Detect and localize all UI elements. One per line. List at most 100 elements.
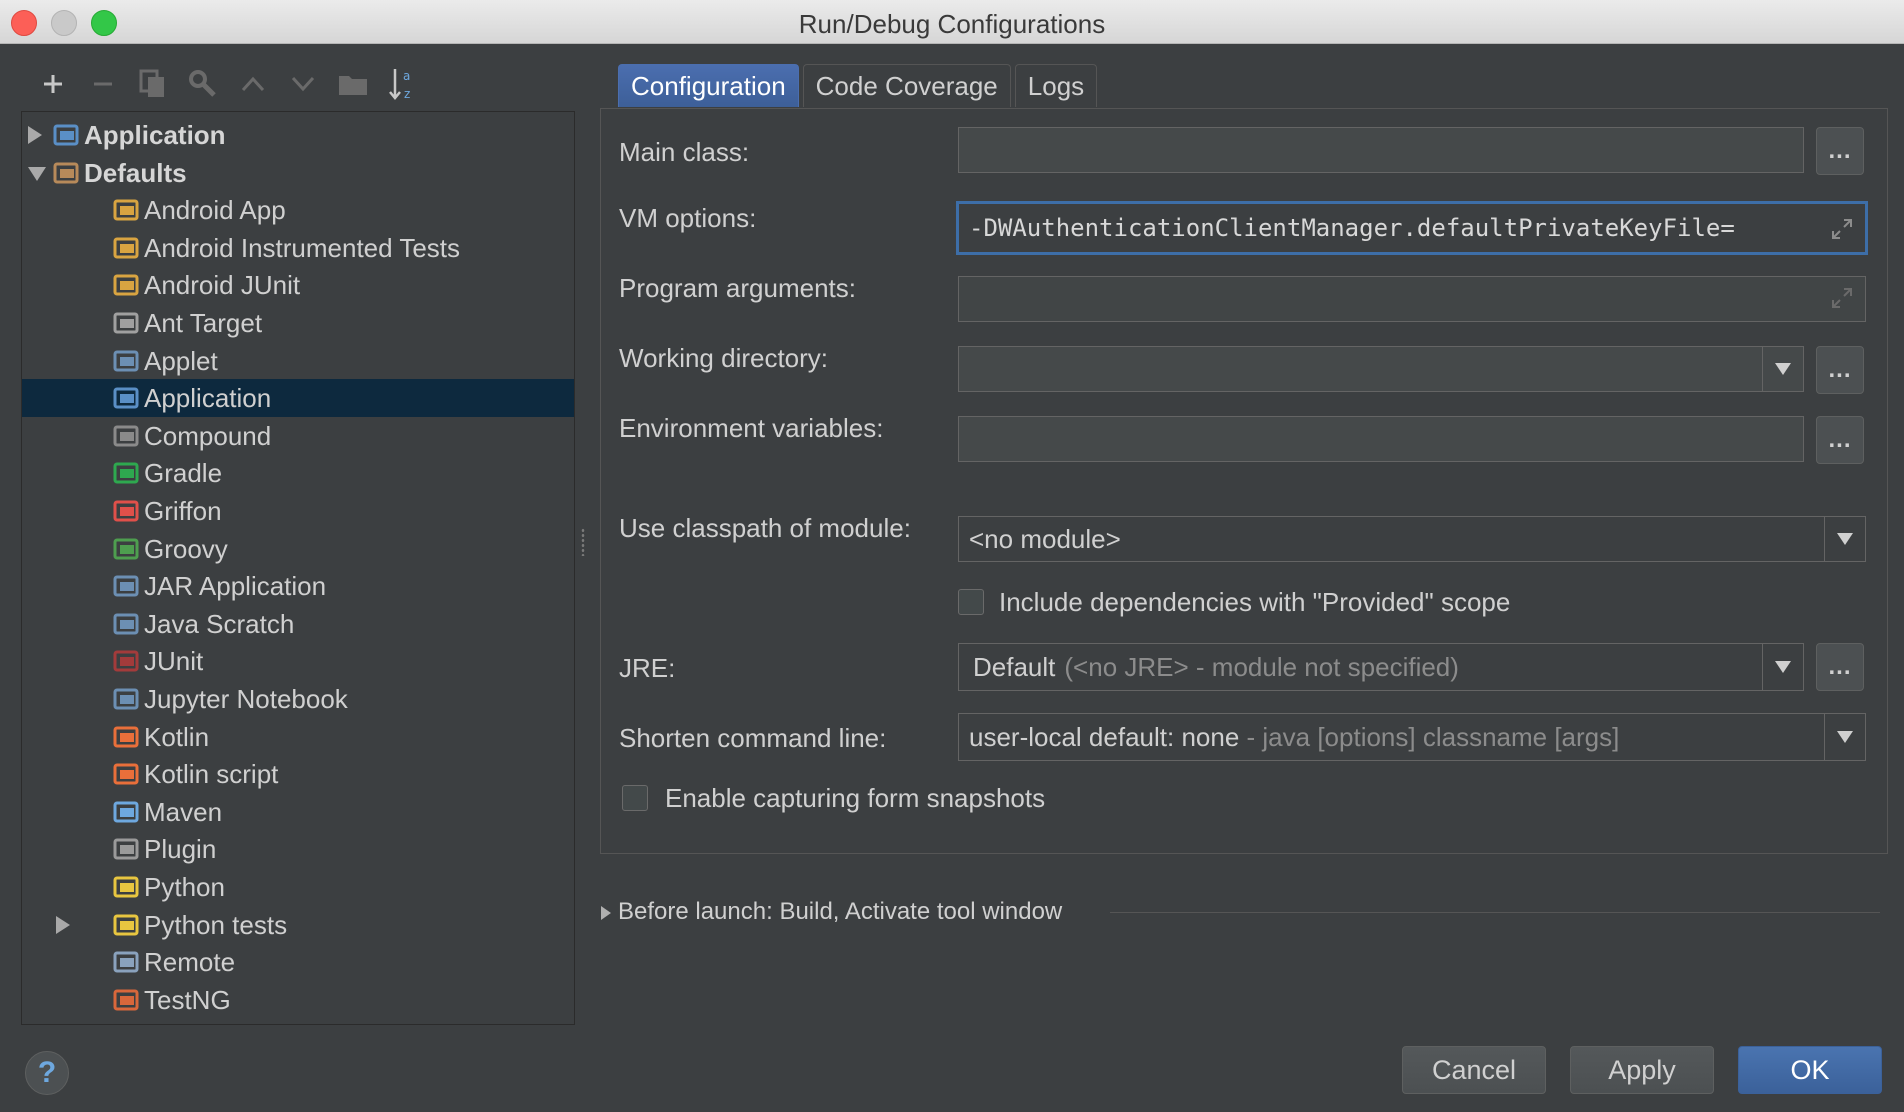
svg-text:a: a [403,69,410,83]
sort-icon: az [389,69,410,101]
tree-item[interactable]: Android JUnit [22,266,574,304]
python-icon [112,911,140,939]
tree-item[interactable]: Application [22,116,574,154]
include-provided-label[interactable]: Include dependencies with "Provided" sco… [999,587,1510,618]
apply-button[interactable]: Apply [1570,1046,1714,1094]
chevron-right-icon[interactable] [56,915,70,934]
tree-item-label: Defaults [84,157,187,188]
edit-defaults-icon [189,70,216,97]
defaults-wrench-icon [52,159,80,187]
tree-item-label: Maven [144,796,223,827]
tab-configuration[interactable]: Configuration [618,64,799,107]
edit-defaults-button[interactable] [178,66,228,102]
jre-label: JRE: [619,653,676,683]
tree-item-label: Python [144,872,225,902]
tree-item[interactable]: Jupyter Notebook [22,680,574,718]
before-launch-toggle[interactable]: Before launch: Build, Activate tool wind… [600,898,1062,926]
tree-item-label: Compound [144,420,272,451]
tree-item-label: Gradle [144,458,223,489]
tree-item-label: Android App [144,195,286,226]
environment-variables-browse-button[interactable]: ... [1816,416,1864,464]
tree-item[interactable]: Applet [22,342,574,380]
add-button[interactable] [28,66,78,102]
folder-button[interactable] [328,66,378,102]
form-snapshots-label[interactable]: Enable capturing form snapshots [665,783,1045,814]
main-class-browse-button[interactable]: ... [1816,127,1864,175]
tree-item-label: Kotlin [144,721,210,752]
tree-item[interactable]: Python tests [22,906,574,944]
tree-item-label: Plugin [144,834,217,865]
expand-icon[interactable] [1831,287,1853,309]
working-directory-browse-button[interactable]: ... [1816,346,1864,394]
griffon-icon [112,497,140,525]
chevron-down-icon[interactable] [1762,644,1803,690]
main-class-input[interactable] [958,127,1804,173]
jupyter-icon [112,685,140,713]
plugin-icon [112,835,140,863]
chevron-right-icon[interactable] [28,126,42,144]
include-provided-checkbox[interactable] [958,589,984,615]
remote-icon [112,948,140,976]
tree-item[interactable]: Griffon [22,492,574,530]
move-up-button[interactable] [228,66,278,102]
tree-item[interactable]: Compound [22,417,574,455]
tree-item-label: Python tests [144,909,288,940]
environment-variables-input[interactable] [958,416,1804,462]
jre-hint: (<no JRE> - module not specified) [1064,651,1459,682]
expand-icon[interactable] [1831,218,1853,240]
tab-bar: Configuration Code Coverage Logs [618,64,1101,108]
kotlin-icon [112,723,140,751]
chevron-down-icon[interactable] [1762,347,1803,391]
tree-item-label: Application [84,120,226,150]
tab-code-coverage[interactable]: Code Coverage [802,64,1011,107]
tree-item[interactable]: Remote [22,943,574,981]
tree-item[interactable]: Android Instrumented Tests [22,229,574,267]
tree-item[interactable]: Application [22,379,574,418]
working-directory-label: Working directory: [619,343,829,373]
vm-options-input[interactable]: -DWAuthenticationClientManager.defaultPr… [956,201,1868,255]
tree-item[interactable]: Kotlin [22,718,574,756]
shorten-command-line-combo[interactable]: user-local default: none - java [options… [958,713,1866,761]
tree-item-label: TestNG [144,984,231,1015]
chevron-down-icon[interactable] [28,166,46,181]
tree-item[interactable]: Maven [22,793,574,831]
tree-item-label: Android JUnit [144,270,301,301]
tree-item[interactable]: Plugin [22,830,574,868]
program-arguments-label: Program arguments: [619,273,856,303]
jre-combo[interactable]: Default (<no JRE> - module not specified… [958,643,1804,691]
tree-item[interactable]: Python [22,868,574,906]
tree-item-label: Remote [144,947,236,978]
chevron-down-icon[interactable] [1824,714,1865,760]
tree-item[interactable]: Groovy [22,530,574,568]
tree-item[interactable]: Defaults [22,154,574,192]
copy-button[interactable] [128,66,178,102]
jre-browse-button[interactable]: ... [1816,643,1864,691]
tree-item[interactable]: TestNG [22,981,574,1019]
tree-item[interactable]: Kotlin script [22,755,574,793]
sort-button[interactable]: az [378,66,428,102]
move-down-button[interactable] [278,66,328,102]
help-button[interactable]: ? [25,1051,69,1095]
tree-item[interactable]: Gradle [22,454,574,492]
application-icon [52,121,80,149]
tab-logs[interactable]: Logs [1014,64,1098,107]
ok-button[interactable]: OK [1738,1046,1882,1094]
chevron-down-icon[interactable] [1824,517,1865,561]
before-launch-label: Before launch: Build, Activate tool wind… [618,898,1063,925]
ant-icon [112,309,140,337]
maven-gear-icon [112,798,140,826]
working-directory-combo[interactable] [958,346,1804,392]
program-arguments-input[interactable] [958,276,1866,322]
form-snapshots-checkbox[interactable] [622,785,648,811]
tree-item[interactable]: Android App [22,191,574,229]
tree-item[interactable]: JUnit [22,642,574,680]
tree-item[interactable]: JAR Application [22,567,574,605]
tree-item[interactable]: Ant Target [22,304,574,342]
classpath-module-combo[interactable]: <no module> [958,516,1866,562]
android-app-icon [112,196,140,224]
splitter-handle[interactable] [581,528,585,556]
tree-item[interactable]: Java Scratch [22,605,574,643]
remove-button[interactable] [78,66,128,102]
move-up-icon [241,76,265,92]
cancel-button[interactable]: Cancel [1402,1046,1546,1094]
